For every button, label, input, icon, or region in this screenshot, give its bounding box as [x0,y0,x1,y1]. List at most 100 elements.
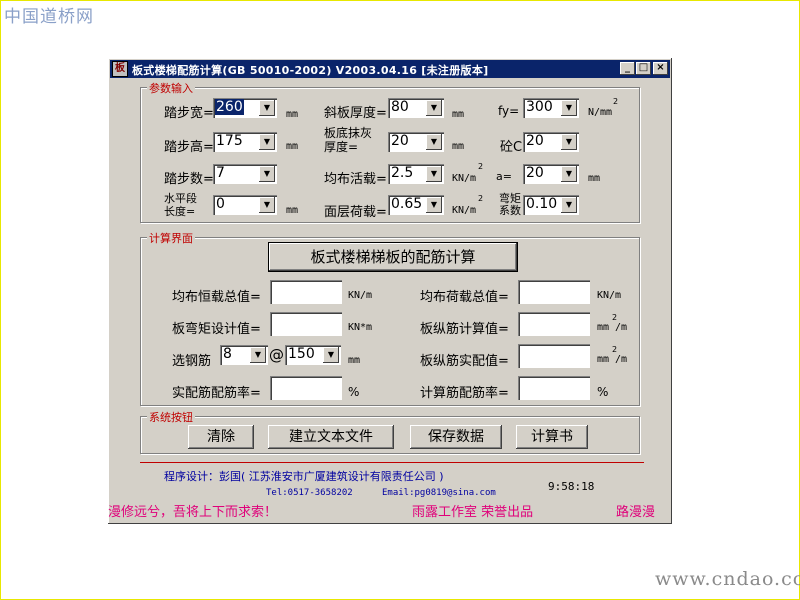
tread-height-value: 175 [216,133,243,149]
dropdown-arrow-icon[interactable]: ▼ [426,134,442,150]
a-unit: mm [588,173,601,184]
dropdown-arrow-icon[interactable]: ▼ [426,197,442,213]
surface-load-unit: KN/m [452,205,477,216]
design-moment-field[interactable] [270,312,342,336]
dropdown-arrow-icon[interactable]: ▼ [259,134,275,150]
maximize-button[interactable]: □ [636,62,651,75]
tread-width-select[interactable]: 260 ▼ [213,98,277,118]
rebar-calc-label: 板纵筋计算值= [420,322,509,337]
dropdown-arrow-icon[interactable]: ▼ [561,100,577,116]
params-group-label: 参数输入 [147,80,195,96]
close-button[interactable]: × [653,62,668,75]
actual-ratio-label: 实配筋配筋率= [172,386,261,401]
horizontal-length-value: 0 [216,196,225,212]
concrete-select[interactable]: 20 ▼ [523,132,579,152]
rebar-actual-unit: mm [597,354,610,365]
horizontal-length-label-line1: 水平段 [164,192,197,205]
clear-button[interactable]: 清除 [188,425,254,449]
minimize-button[interactable]: _ [620,62,635,75]
dead-load-total-unit: KN/m [348,290,373,301]
dead-load-total-field[interactable] [270,280,342,304]
dropdown-arrow-icon[interactable]: ▼ [259,197,275,213]
actual-ratio-field[interactable] [270,376,342,400]
app-icon[interactable]: 板 [112,61,128,77]
calc-button[interactable]: 板式楼梯梯板的配筋计算 [268,242,518,272]
save-data-button[interactable]: 保存数据 [410,425,502,449]
a-select[interactable]: 20 ▼ [523,164,579,184]
step-count-label: 踏步数= [164,172,214,187]
title-bar[interactable]: 板 板式楼梯配筋计算(GB 50010-2002) V2003.04.16 [未… [110,60,670,78]
surface-load-select[interactable]: 0.65 ▼ [388,195,444,215]
plaster-thickness-value: 20 [391,133,409,149]
dropdown-arrow-icon[interactable]: ▼ [259,100,275,116]
fy-label: fy= [498,104,520,118]
dropdown-arrow-icon[interactable]: ▼ [426,100,442,116]
rebar-diameter-select[interactable]: 8 ▼ [220,345,268,365]
contact-email: Email:pg0819@sina.com [382,488,496,498]
marquee-mid: 雨露工作室 荣誉出品 [412,505,534,520]
concrete-label: 砼C [500,140,523,155]
app-window: 板 板式楼梯配筋计算(GB 50010-2002) V2003.04.16 [未… [108,58,672,524]
rebar-at-sign: @ [269,346,284,364]
calc-group-label: 计算界面 [147,230,195,246]
surface-load-value: 0.65 [391,196,423,212]
rebar-spacing-value: 150 [288,346,315,362]
surface-load-label: 面层荷载= [324,205,387,220]
calc-ratio-label: 计算筋配筋率= [420,386,509,401]
plaster-thickness-select[interactable]: 20 ▼ [388,132,444,152]
rebar-select-label: 选钢筋 [172,354,212,369]
load-total-label: 均布荷载总值= [420,290,509,305]
moment-coef-label-line2: 系数 [499,204,521,217]
dropdown-arrow-icon[interactable]: ▼ [561,197,577,213]
plaster-thickness-unit: mm [452,141,465,152]
live-load-select[interactable]: 2.5 ▼ [388,164,444,184]
slab-thickness-label: 斜板厚度= [324,106,387,121]
slab-thickness-select[interactable]: 80 ▼ [388,98,444,118]
dropdown-arrow-icon[interactable]: ▼ [259,166,275,182]
live-load-unit-sup: 2 [478,162,484,171]
marquee-left: 漫修远兮，吾将上下而求索！ [108,505,278,520]
moment-coef-label-line1: 弯矩 [499,192,521,205]
a-value: 20 [526,165,544,181]
rebar-diameter-value: 8 [223,346,232,362]
fy-value: 300 [526,99,553,115]
tread-width-label: 踏步宽= [164,106,214,121]
site-watermark-top: 中国道桥网 [4,7,94,27]
horizontal-length-select[interactable]: 0 ▼ [213,195,277,215]
plaster-thickness-label-line2: 厚度= [324,140,359,154]
create-text-file-button[interactable]: 建立文本文件 [268,425,394,449]
moment-coef-select[interactable]: 0.10 ▼ [523,195,579,215]
report-button[interactable]: 计算书 [516,425,588,449]
tread-width-value: 260 [215,99,244,115]
window-title: 板式楼梯配筋计算(GB 50010-2002) V2003.04.16 [未注册… [132,64,489,77]
live-load-label: 均布活载= [324,172,387,187]
rebar-actual-unit-sup: 2 [612,345,618,354]
fy-unit: N/mm [588,107,613,118]
rebar-calc-unit: mm [597,322,610,333]
rebar-spacing-select[interactable]: 150 ▼ [285,345,341,365]
rebar-actual-unit-tail: /m [615,354,628,365]
rebar-actual-field[interactable] [518,344,590,368]
tread-height-select[interactable]: 175 ▼ [213,132,277,152]
marquee-right: 路漫漫 [616,505,656,520]
design-moment-unit: KN*m [348,322,373,333]
dropdown-arrow-icon[interactable]: ▼ [561,134,577,150]
slab-thickness-value: 80 [391,99,409,115]
actual-ratio-unit: % [348,385,360,399]
live-load-unit: KN/m [452,173,477,184]
dropdown-arrow-icon[interactable]: ▼ [323,347,339,363]
tread-width-unit: mm [286,109,299,120]
design-moment-label: 板弯矩设计值= [172,322,261,337]
step-count-value: 7 [216,165,225,181]
calc-ratio-field[interactable] [518,376,590,400]
fy-select[interactable]: 300 ▼ [523,98,579,118]
dropdown-arrow-icon[interactable]: ▼ [250,347,266,363]
concrete-value: 20 [526,133,544,149]
rebar-calc-field[interactable] [518,312,590,336]
dropdown-arrow-icon[interactable]: ▼ [426,166,442,182]
dropdown-arrow-icon[interactable]: ▼ [561,166,577,182]
rebar-select-unit: mm [348,355,361,366]
step-count-select[interactable]: 7 ▼ [213,164,277,184]
load-total-field[interactable] [518,280,590,304]
live-load-value: 2.5 [391,165,414,181]
